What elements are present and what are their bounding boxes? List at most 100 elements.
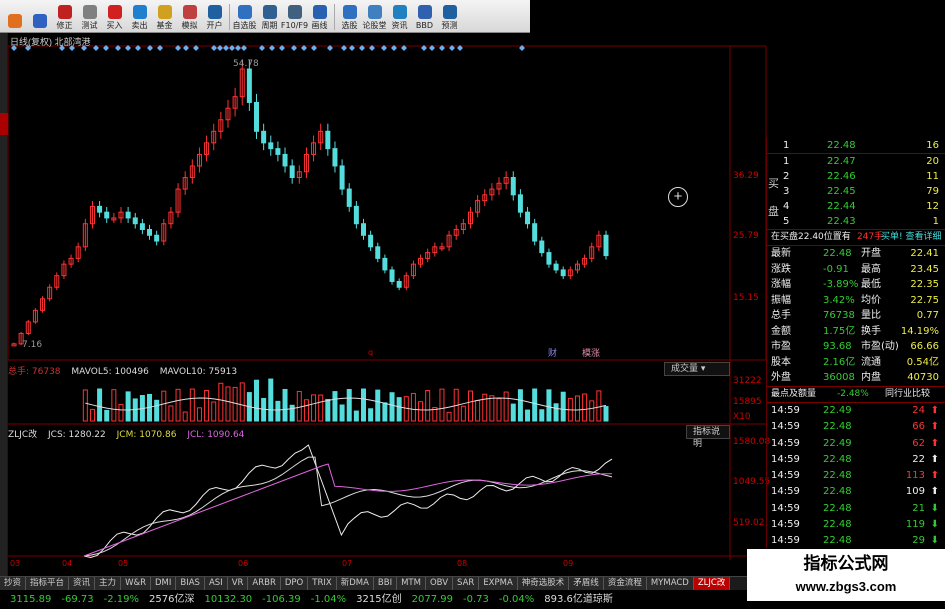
- jcs-line: [83, 444, 613, 559]
- toolbar-button-2[interactable]: 修正: [52, 5, 77, 30]
- tab-9[interactable]: ARBR: [248, 577, 281, 590]
- bid-volume: 79: [926, 186, 939, 197]
- tab-0[interactable]: 抄资: [0, 577, 27, 590]
- tab-3[interactable]: 主力: [95, 577, 122, 590]
- ind-y-1: 1580.08: [733, 437, 770, 447]
- bid-volume: 11: [926, 171, 939, 182]
- volume-bar: [296, 390, 302, 422]
- toolbar-label: 开户: [206, 21, 223, 30]
- toolbar-button-5[interactable]: 卖出: [127, 5, 152, 30]
- volume-bar: [189, 388, 195, 422]
- tab-1[interactable]: 指标平台: [26, 577, 70, 590]
- toolbar-button-1[interactable]: [27, 14, 52, 30]
- stat-value: 40730: [907, 372, 939, 383]
- tick-volume: 21: [912, 502, 925, 514]
- candle: [332, 141, 338, 173]
- stat-label: 最新: [771, 248, 791, 259]
- tab-2[interactable]: 资讯: [69, 577, 96, 590]
- candle: [539, 236, 545, 257]
- stat-value: -3.89%: [823, 279, 859, 290]
- toolbar-button-11[interactable]: F10/F9: [281, 5, 308, 30]
- tab-11[interactable]: TRIX: [308, 577, 337, 590]
- toolbar-label: 自选股: [232, 21, 257, 30]
- order-position-row[interactable]: 在买盘22.40位置有 247手 买单! 查看详细: [767, 230, 945, 245]
- stat-label: 市盈: [771, 341, 791, 352]
- tab-12[interactable]: 新DMA: [336, 577, 374, 590]
- bid-row[interactable]: 1 22.48 16: [767, 138, 945, 153]
- toolbar-label: 测试: [81, 21, 98, 30]
- toolbar-button-17[interactable]: 预测: [437, 5, 462, 30]
- bid-price: 22.46: [827, 171, 856, 182]
- tick-price: 22.48: [823, 470, 852, 482]
- tab-22[interactable]: ZLJC改: [693, 577, 731, 590]
- bid-row[interactable]: 2 22.46 11: [767, 169, 945, 184]
- toolbar-button-12[interactable]: 画线: [307, 5, 332, 30]
- tab-20[interactable]: 资金流程: [603, 577, 647, 590]
- tick-volume: 66: [912, 421, 925, 433]
- tab-17[interactable]: EXPMA: [479, 577, 518, 590]
- toolbar-button-14[interactable]: 论股堂: [362, 5, 387, 30]
- bid-row[interactable]: 5 22.43 1: [767, 214, 945, 229]
- tab-15[interactable]: OBV: [425, 577, 454, 590]
- bid-row[interactable]: 3 22.45 79: [767, 184, 945, 199]
- candle: [446, 230, 452, 251]
- volume-legend: 总手: 76738 MAVOL5: 100496 MAVOL10: 75913: [8, 364, 245, 377]
- toolbar-button-15[interactable]: 资讯: [387, 5, 412, 30]
- tab-14[interactable]: MTM: [397, 577, 426, 590]
- volume-bar: [582, 393, 588, 422]
- tab-6[interactable]: BIAS: [176, 577, 205, 590]
- tab-8[interactable]: VR: [227, 577, 249, 590]
- tab-19[interactable]: 矛盾线: [569, 577, 604, 590]
- toolbar-button-4[interactable]: 买入: [102, 5, 127, 30]
- candle: [139, 218, 145, 235]
- tab-5[interactable]: DMI: [151, 577, 177, 590]
- candle: [225, 99, 231, 128]
- bid-level: 3: [783, 186, 790, 197]
- volume-bar: [503, 391, 509, 422]
- status-item: -0.04%: [498, 594, 535, 605]
- toolbar-button-6[interactable]: 基金: [152, 5, 177, 30]
- toolbar-button-3[interactable]: 测试: [77, 5, 102, 30]
- toolbar-button-0[interactable]: [2, 14, 27, 30]
- indicator-help-button[interactable]: 指标说明: [686, 425, 730, 449]
- volume-bar: [539, 409, 545, 422]
- volume-bar: [125, 391, 131, 422]
- stat-row: 涨幅 -3.89% 最低 22.35: [767, 277, 945, 293]
- stat-value: 22.35: [910, 279, 939, 290]
- candle: [268, 135, 274, 156]
- toolbar-button-7[interactable]: 模拟: [177, 5, 202, 30]
- tick-time: 14:59: [771, 405, 800, 416]
- candle: [261, 123, 267, 151]
- stat-label: 流通: [861, 356, 881, 368]
- stat-row: 总手 76738 量比 0.77: [767, 308, 945, 324]
- volume-bar: [589, 400, 595, 422]
- tab-21[interactable]: MYMACD: [646, 577, 694, 590]
- detail-link[interactable]: 买单! 查看详细: [881, 230, 941, 245]
- volume-select-button[interactable]: 成交量 ▾: [664, 362, 730, 376]
- stat-value: 14.19%: [900, 325, 939, 337]
- toolbar-button-8[interactable]: 开户: [202, 5, 227, 30]
- tick-row: 14:59 22.48 21 ⬇: [767, 501, 945, 517]
- tab-4[interactable]: W&R: [121, 577, 152, 590]
- tab-18[interactable]: 神奇选股术: [517, 577, 570, 590]
- volume-bar: [389, 392, 395, 422]
- toolbar-button-10[interactable]: 周期: [257, 5, 282, 30]
- x-label-08: 08: [457, 559, 467, 568]
- tab-10[interactable]: DPO: [280, 577, 309, 590]
- bid-row[interactable]: 1 22.47 20: [767, 154, 945, 169]
- candle: [154, 230, 160, 246]
- toolbar-label: 论股堂: [362, 21, 387, 30]
- left-side-strip[interactable]: [0, 33, 8, 578]
- candle: [211, 123, 217, 151]
- tab-7[interactable]: ASI: [204, 577, 228, 590]
- candle: [325, 123, 331, 156]
- stat-label: 换手: [861, 325, 881, 337]
- toolbar-button-9[interactable]: 自选股: [232, 5, 257, 30]
- toolbar-button-16[interactable]: BBD: [412, 5, 437, 30]
- volume-bar: [375, 389, 381, 422]
- ticks-compare-link[interactable]: 同行业比较: [885, 387, 930, 403]
- tab-16[interactable]: SAR: [453, 577, 480, 590]
- tab-13[interactable]: BBI: [373, 577, 398, 590]
- toolbar-button-13[interactable]: 选股: [337, 5, 362, 30]
- bid-row[interactable]: 4 22.44 12: [767, 199, 945, 214]
